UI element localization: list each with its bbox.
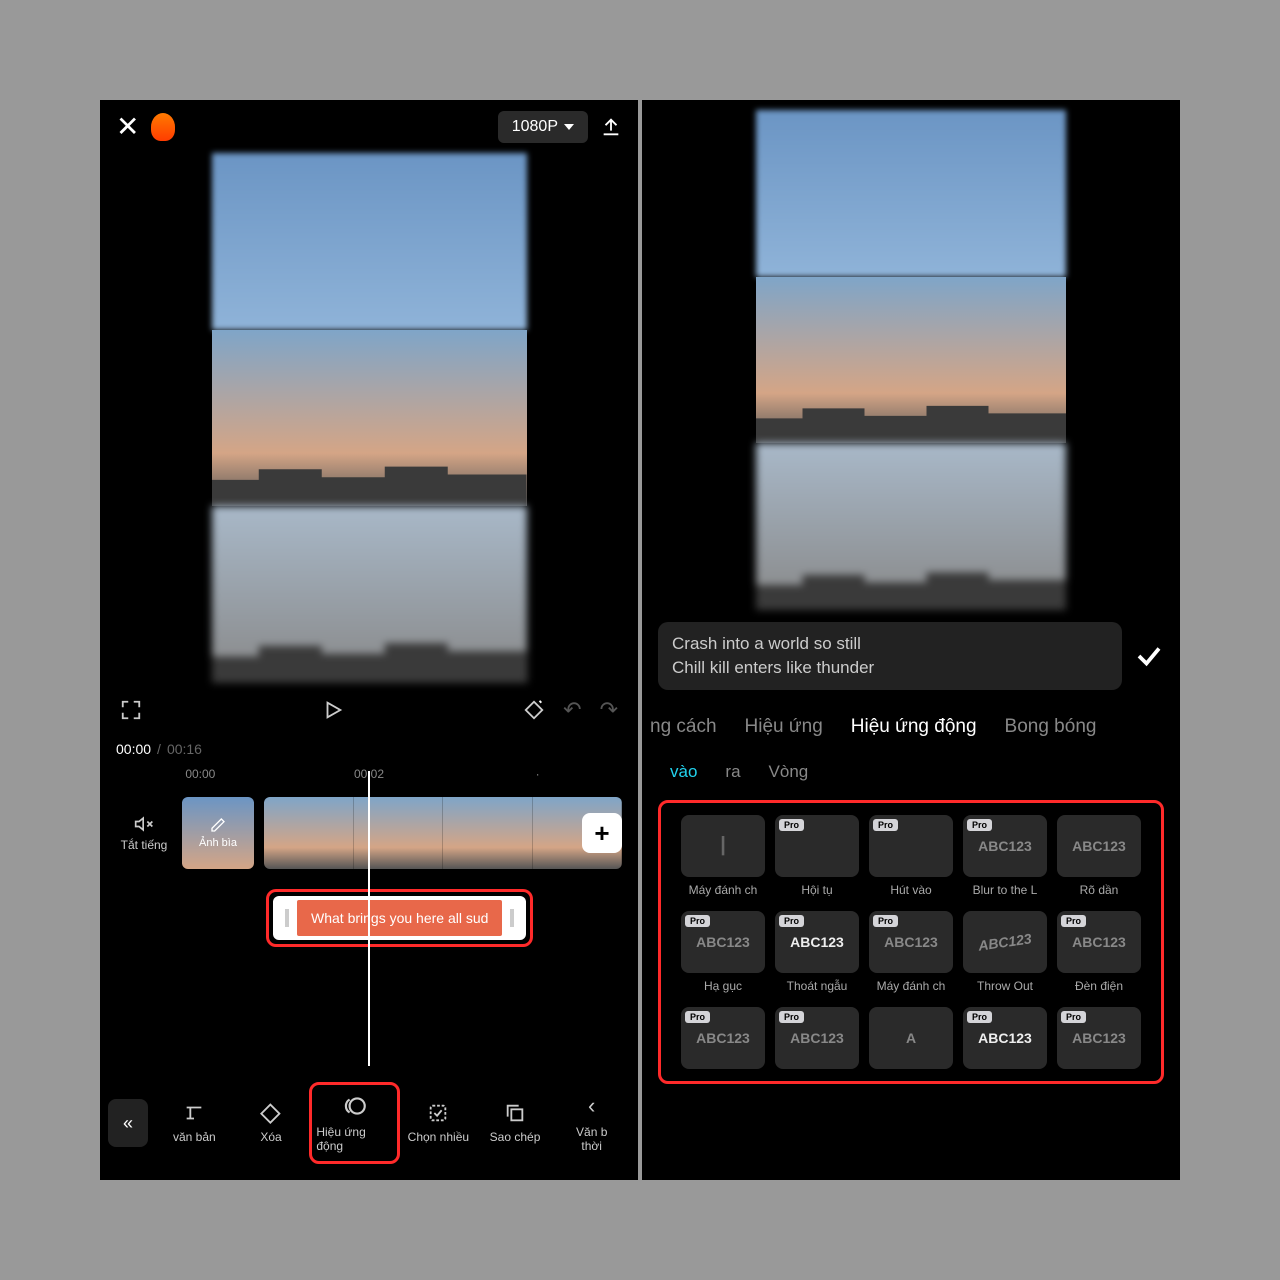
tab-animation[interactable]: Hiệu ứng động	[851, 716, 977, 738]
pro-badge: Pro	[1061, 1011, 1086, 1023]
editor-pane-left: ✕ 1080P What brings you here all sudden?…	[100, 100, 638, 1180]
effect-item[interactable]: Pro Hội tụ	[775, 815, 859, 897]
keyframe-icon[interactable]	[523, 699, 545, 721]
player-controls: ↶ ↷	[100, 683, 638, 737]
export-icon[interactable]	[600, 116, 622, 138]
effect-item[interactable]: ABC123ProHạ gục	[681, 911, 765, 993]
mute-button[interactable]: Tắt tiếng	[116, 814, 172, 852]
effect-item[interactable]: A	[869, 1007, 953, 1069]
timeline[interactable]: 00:00 00:02 · Tắt tiếng Ảnh bìa + What	[100, 761, 638, 947]
subtab-loop[interactable]: Vòng	[769, 762, 809, 782]
effect-label: Throw Out	[963, 979, 1047, 993]
effect-label: Đèn điện	[1057, 979, 1141, 993]
text-input[interactable]: Crash into a world so still Chill kill e…	[658, 622, 1122, 690]
resolution-label: 1080P	[512, 118, 558, 136]
tool-text[interactable]: văn bản	[156, 1102, 233, 1144]
effect-label: Hút vào	[869, 883, 953, 897]
effect-item[interactable]: |Máy đánh ch	[681, 815, 765, 897]
topbar: ✕ 1080P	[100, 100, 638, 153]
effect-item[interactable]: ABC123ProĐèn điện	[1057, 911, 1141, 993]
pro-badge: Pro	[967, 1011, 992, 1023]
close-button[interactable]: ✕	[116, 110, 139, 143]
text-input-row: Crash into a world so still Chill kill e…	[642, 610, 1180, 702]
chevron-down-icon	[564, 124, 574, 130]
tab-bubble[interactable]: Bong bóng	[1005, 716, 1097, 738]
tool-delete[interactable]: Xóa	[233, 1102, 310, 1144]
highlight-box: What brings you here all sud	[266, 889, 533, 947]
collapse-button[interactable]: «	[108, 1099, 148, 1147]
pro-badge: Pro	[873, 915, 898, 927]
pro-badge: Pro	[873, 819, 898, 831]
pro-badge: Pro	[967, 819, 992, 831]
editor-pane-right: What brings you here all sudden? Crash i…	[642, 100, 1180, 1180]
cover-thumb[interactable]: Ảnh bìa	[182, 797, 254, 869]
resolution-selector[interactable]: 1080P	[498, 111, 588, 143]
effect-item[interactable]: ABC123Pro	[1057, 1007, 1141, 1069]
video-clip[interactable]: +	[264, 797, 622, 869]
current-time: 00:00	[116, 741, 151, 757]
tool-timing[interactable]: ‹ Văn b thời	[553, 1093, 630, 1153]
pro-badge: Pro	[779, 819, 804, 831]
effect-label: Blur to the L	[963, 883, 1047, 897]
playhead[interactable]	[368, 771, 370, 1071]
bottom-toolbar: « văn bản Xóa Hiệu ứng động Chọn nhiều S…	[100, 1066, 638, 1180]
effect-item[interactable]: ABC123Pro	[775, 1007, 859, 1069]
effect-item[interactable]: ABC123ProThoát ngẫu	[775, 911, 859, 993]
add-clip-button[interactable]: +	[582, 813, 622, 853]
style-tabs: ng cách Hiệu ứng Hiệu ứng động Bong bóng	[642, 702, 1180, 752]
fire-icon[interactable]	[151, 113, 175, 141]
undo-icon[interactable]: ↶	[563, 697, 581, 723]
video-preview[interactable]: What brings you here all sudden? Crash i…	[756, 110, 1066, 610]
effect-item[interactable]: ABC123Rõ dần	[1057, 815, 1141, 897]
effect-label: Thoát ngẫu	[775, 979, 859, 993]
tab-effect[interactable]: Hiệu ứng	[745, 716, 823, 738]
redo-icon[interactable]: ↷	[600, 697, 618, 723]
effect-item[interactable]: ABC123Throw Out	[963, 911, 1047, 993]
effect-label: Máy đánh ch	[681, 883, 765, 897]
effect-label: Máy đánh ch	[869, 979, 953, 993]
effect-item[interactable]: ABC123Pro	[681, 1007, 765, 1069]
subtab-out[interactable]: ra	[725, 762, 740, 782]
pro-badge: Pro	[779, 1011, 804, 1023]
pro-badge: Pro	[685, 915, 710, 927]
total-time: 00:16	[167, 741, 202, 757]
subtab-in[interactable]: vào	[670, 762, 697, 782]
text-clip[interactable]: What brings you here all sud	[273, 896, 526, 940]
play-icon[interactable]	[322, 699, 344, 721]
effect-item[interactable]: Pro Hút vào	[869, 815, 953, 897]
effect-label: Hạ gục	[681, 979, 765, 993]
tab-style[interactable]: ng cách	[650, 716, 717, 738]
effect-item[interactable]: ABC123ProMáy đánh ch	[869, 911, 953, 993]
tool-multiselect[interactable]: Chọn nhiều	[400, 1102, 477, 1144]
video-preview[interactable]: What brings you here all sudden? Crash i…	[212, 153, 527, 683]
timecode: 00:00 / 00:16	[100, 737, 638, 761]
effects-grid: |Máy đánh ch Pro Hội tụ Pro Hút vào ABC123Pro…	[658, 800, 1164, 1084]
confirm-icon[interactable]	[1134, 641, 1164, 671]
tool-copy[interactable]: Sao chép	[477, 1102, 554, 1144]
pro-badge: Pro	[1061, 915, 1086, 927]
effect-label: Hội tụ	[775, 883, 859, 897]
text-clip-row: What brings you here all sud	[266, 889, 622, 947]
tool-animation[interactable]: Hiệu ứng động	[309, 1082, 400, 1164]
fullscreen-icon[interactable]	[120, 699, 142, 721]
effect-label: Rõ dần	[1057, 883, 1141, 897]
pro-badge: Pro	[779, 915, 804, 927]
direction-subtabs: vào ra Vòng	[642, 752, 1180, 792]
effect-item[interactable]: ABC123Pro	[963, 1007, 1047, 1069]
pro-badge: Pro	[685, 1011, 710, 1023]
effect-item[interactable]: ABC123ProBlur to the L	[963, 815, 1047, 897]
